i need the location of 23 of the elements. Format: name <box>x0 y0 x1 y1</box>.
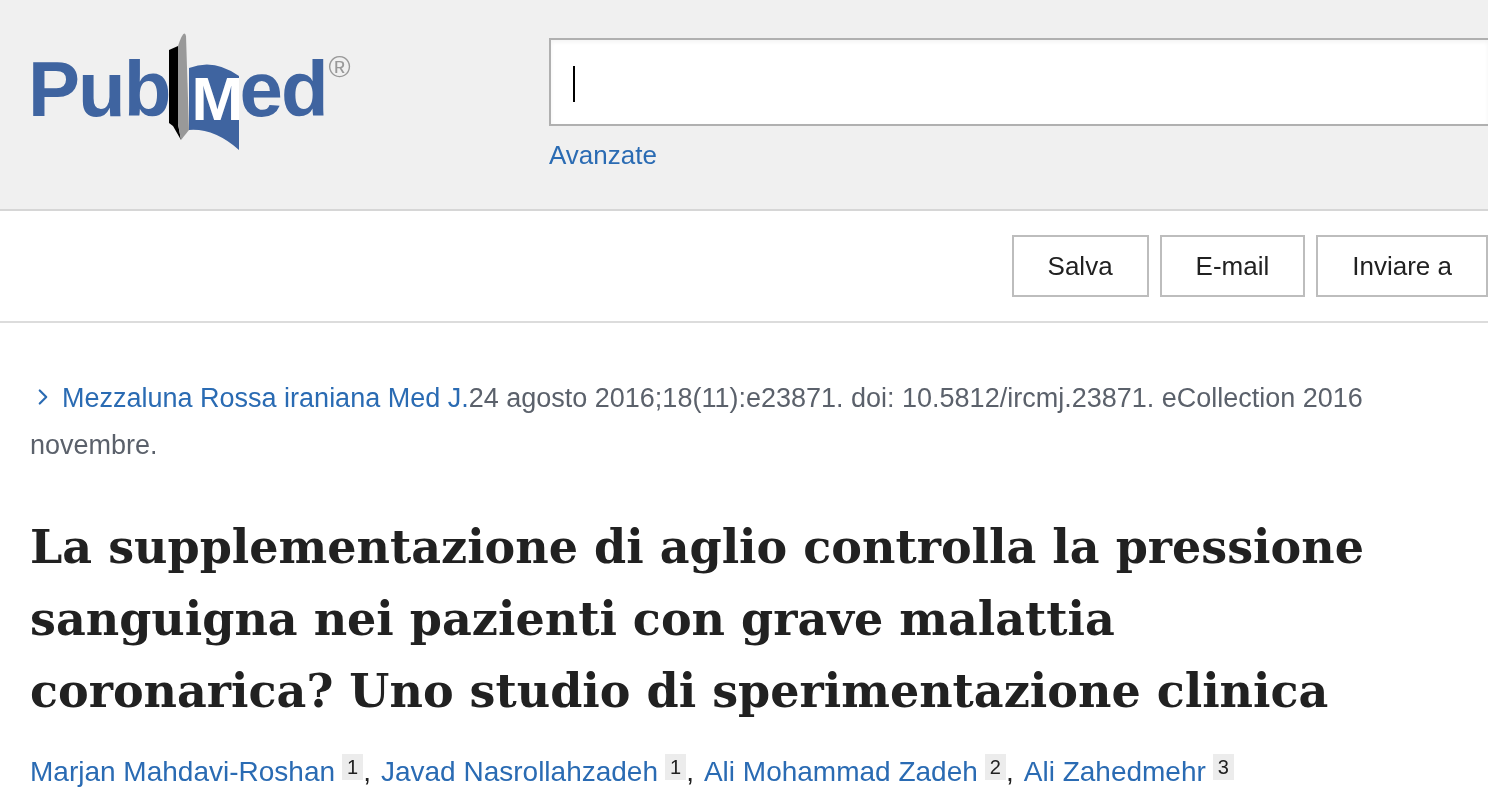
logo-text: ed <box>239 50 327 128</box>
separator: , <box>363 755 371 789</box>
journal-link[interactable]: Mezzaluna Rossa iraniana Med J. <box>30 383 469 413</box>
text-cursor-icon <box>573 66 575 102</box>
action-button[interactable]: E-mail <box>1159 235 1306 297</box>
author-link[interactable]: Ali Mohammad Zadeh <box>703 751 978 793</box>
action-button[interactable]: Salva <box>1011 235 1149 297</box>
affiliation-badge[interactable]: 2 <box>984 754 1006 780</box>
search-field[interactable] <box>549 38 1488 126</box>
author-link[interactable]: Marjan Mahdavi-Roshan <box>30 751 336 793</box>
affiliation-badge[interactable]: 1 <box>342 754 364 780</box>
article-title: La supplementazione di aglio controlla la pressione sanguigna nei pazienti con grave malattia coronarica? Uno studio di sperimentazione clinica <box>30 519 1365 720</box>
author-link[interactable]: Ali Zahedmehr <box>1023 751 1206 793</box>
affiliation-badge[interactable]: 1 <box>665 754 687 780</box>
advanced-search-link[interactable]: Avanzate <box>549 136 657 175</box>
action-button[interactable]: Inviare a <box>1316 235 1488 297</box>
registered-mark: ® <box>328 52 351 82</box>
author-link[interactable]: Javad Nasrollahzadeh <box>380 751 658 793</box>
citation-text: Mezzaluna Rossa iraniana Med J.24 agosto 2016;18(11):e23871. doi: 10.5812/ircmj.23871. eCollection 2016 novembre. <box>30 382 1364 462</box>
affiliation-badge[interactable]: 3 <box>1212 754 1234 780</box>
logo-text: Pub <box>28 50 170 128</box>
separator: , <box>686 755 694 789</box>
separator: , <box>1005 755 1014 789</box>
